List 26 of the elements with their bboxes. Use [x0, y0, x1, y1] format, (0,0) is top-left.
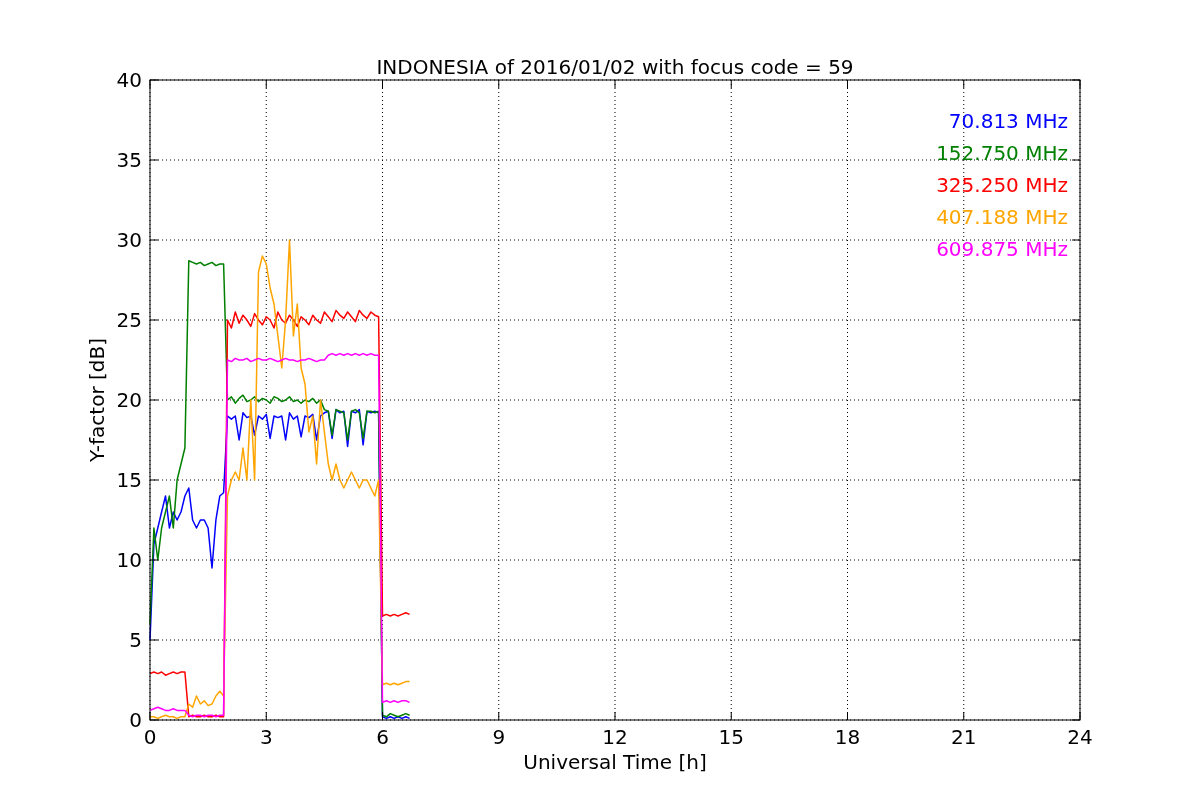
y-tick-label: 15 [116, 468, 142, 492]
legend-label: 152.750 MHz [936, 141, 1068, 165]
x-tick-label: 3 [259, 725, 273, 749]
legend-label: 70.813 MHz [948, 109, 1068, 133]
y-tick-label: 35 [116, 148, 142, 172]
x-tick-label: 12 [602, 725, 628, 749]
x-tick-label: 18 [834, 725, 861, 749]
chart-title: INDONESIA of 2016/01/02 with focus code = 59 [376, 55, 854, 79]
y-tick-label: 5 [129, 628, 142, 652]
x-tick-label: 0 [143, 725, 157, 749]
legend-label: 325.250 MHz [936, 173, 1068, 197]
x-tick-label: 6 [376, 725, 389, 749]
legend-label: 609.875 MHz [936, 237, 1068, 261]
y-tick-label: 0 [129, 708, 142, 732]
y-tick-label: 10 [116, 548, 142, 572]
y-tick-label: 30 [116, 228, 142, 252]
y-tick-label: 40 [116, 68, 142, 92]
legend-label: 407.188 MHz [936, 205, 1068, 229]
y-tick-label: 25 [116, 308, 142, 332]
x-axis-label: Universal Time [h] [523, 750, 707, 774]
x-tick-label: 21 [951, 725, 977, 749]
x-tick-label: 9 [492, 725, 506, 749]
y-axis-label: Y-factor [dB] [85, 338, 109, 462]
y-tick-label: 20 [116, 388, 142, 412]
x-tick-label: 15 [718, 725, 744, 749]
x-tick-label: 24 [1067, 725, 1093, 749]
